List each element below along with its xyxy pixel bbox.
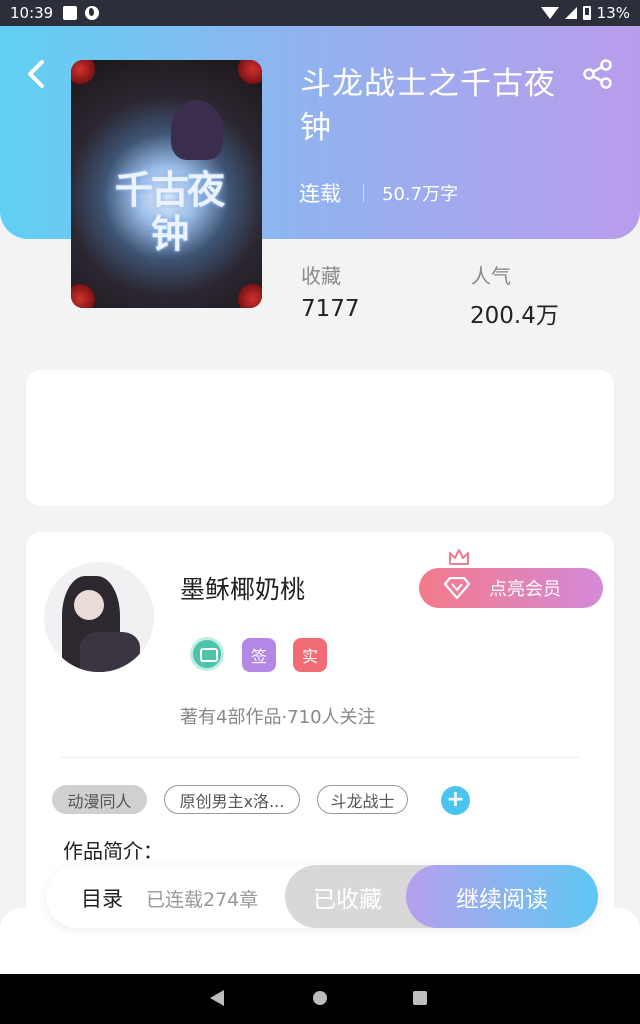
vip-button[interactable]: 点亮会员 <box>419 568 603 608</box>
status-divider <box>363 184 364 202</box>
globe-icon <box>85 6 100 20</box>
collected-button-label: 已收藏 <box>313 886 382 913</box>
tag-original-male[interactable]: 原创男主x洛... <box>164 785 300 814</box>
continue-reading-label: 继续阅读 <box>456 886 548 913</box>
notification-icon <box>63 6 78 20</box>
book-word-count: 50.7万字 <box>382 184 459 205</box>
cover-character <box>171 100 223 160</box>
nav-back-icon[interactable] <box>210 990 224 1006</box>
wifi-icon <box>540 7 559 19</box>
handshake-badge-icon[interactable] <box>190 637 224 671</box>
intro-heading: 作品简介： <box>63 839 163 863</box>
share-icon <box>583 59 612 89</box>
rose-decoration <box>238 284 262 308</box>
popularity-label: 人气 <box>471 264 511 288</box>
book-cover[interactable]: 千古夜钟 <box>71 60 262 308</box>
status-bar: 10:39 13% <box>0 0 640 26</box>
favorites-label: 收藏 <box>301 264 341 288</box>
popularity-count: 200.4万 <box>470 303 559 329</box>
author-stats: 著有4部作品·710人关注 <box>180 707 376 728</box>
book-title: 斗龙战士之千古夜钟 <box>300 66 556 146</box>
chevron-left-icon <box>28 60 44 88</box>
favorites-count: 7177 <box>301 296 360 322</box>
back-button[interactable] <box>22 56 50 92</box>
author-name[interactable]: 墨稣椰奶桃 <box>180 570 305 606</box>
rose-decoration <box>238 60 262 84</box>
divider <box>60 757 580 758</box>
battery-icon <box>582 6 591 20</box>
nav-recents-icon[interactable] <box>413 991 427 1005</box>
continue-reading-button[interactable]: 继续阅读 <box>406 865 598 928</box>
author-avatar[interactable] <box>44 562 154 672</box>
verified-badge[interactable]: 实 <box>293 638 327 672</box>
tag-fanfic[interactable]: 动漫同人 <box>52 785 147 814</box>
battery-percent: 13% <box>596 4 630 22</box>
diamond-icon <box>443 577 471 599</box>
empty-card <box>26 370 614 506</box>
cover-title-art: 千古夜钟 <box>114 167 225 256</box>
book-status: 连载 <box>299 182 341 206</box>
rose-decoration <box>71 60 95 84</box>
vip-button-label: 点亮会员 <box>489 579 561 600</box>
nav-home-icon[interactable] <box>313 991 327 1005</box>
tag-dragon-warrior[interactable]: 斗龙战士 <box>317 785 408 814</box>
add-tag-button[interactable]: + <box>441 786 470 815</box>
share-button[interactable] <box>580 56 616 92</box>
status-time: 10:39 <box>10 4 54 22</box>
rose-decoration <box>71 284 95 308</box>
signal-icon <box>564 7 577 19</box>
chapter-count[interactable]: 已连载274章 <box>146 885 258 912</box>
crown-icon <box>449 549 469 565</box>
toc-button[interactable]: 目录 <box>81 883 123 913</box>
signed-badge[interactable]: 签 <box>242 638 276 672</box>
